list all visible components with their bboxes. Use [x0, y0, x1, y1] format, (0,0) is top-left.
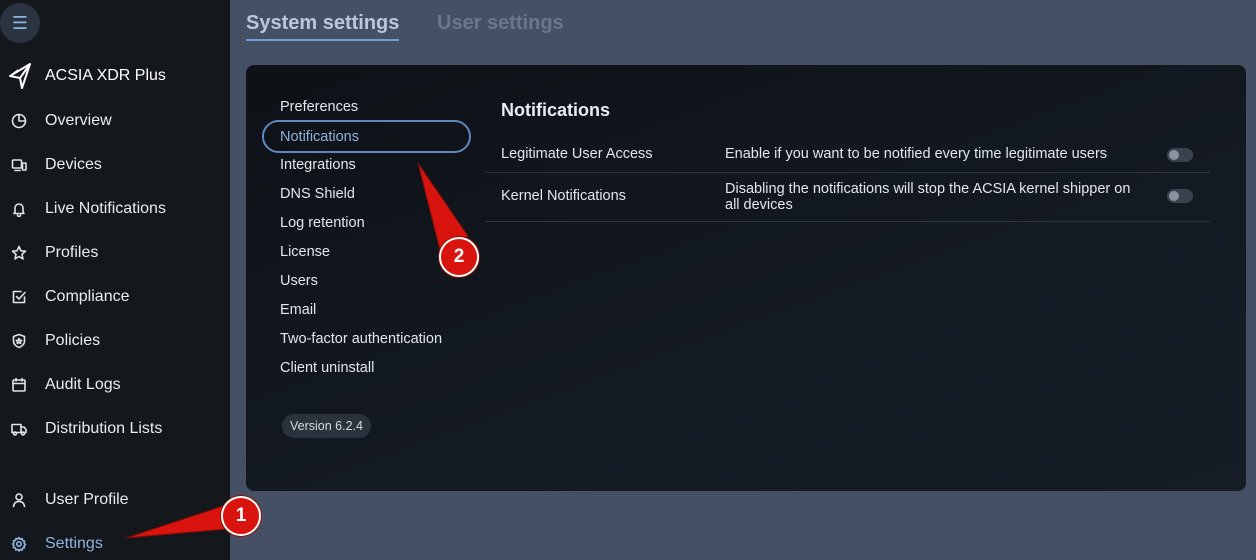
tab-system-settings[interactable]: System settings	[246, 12, 400, 41]
star-icon	[10, 244, 28, 262]
sidebar-item-overview[interactable]: Overview	[10, 109, 112, 133]
sidebar-item-label: Audit Logs	[45, 376, 121, 393]
sidebar-item-profiles[interactable]: Profiles	[10, 241, 98, 265]
shield-icon	[10, 332, 28, 350]
sidebar-item-policies[interactable]: Policies	[10, 329, 100, 353]
devices-icon	[10, 156, 28, 174]
hamburger-menu-button[interactable]: ☰	[0, 3, 40, 43]
hamburger-icon: ☰	[11, 12, 29, 33]
submenu-item-preferences[interactable]: Preferences	[280, 97, 358, 117]
submenu-item-log-retention[interactable]: Log retention	[280, 213, 365, 233]
sidebar-item-label: Distribution Lists	[45, 420, 163, 437]
sidebar-item-label: Profiles	[45, 244, 99, 261]
sidebar-item-label: Overview	[45, 112, 112, 129]
setting-description: Disabling the notifications will stop th…	[725, 181, 1131, 213]
sidebar-item-label: Live Notifications	[45, 200, 166, 217]
settings-panel: Preferences Notifications Integrations D…	[246, 65, 1246, 491]
sidebar-item-label: Settings	[45, 535, 103, 552]
kernel-notifications-toggle[interactable]	[1167, 189, 1193, 203]
submenu-item-client-uninstall[interactable]: Client uninstall	[280, 358, 374, 378]
setting-label: Kernel Notifications	[501, 188, 626, 204]
pie-chart-icon	[10, 112, 28, 130]
legitimate-user-access-toggle[interactable]	[1167, 148, 1193, 162]
sidebar-item-distribution-lists[interactable]: Distribution Lists	[10, 417, 162, 441]
sidebar-item-label: Compliance	[45, 288, 130, 305]
user-icon	[10, 491, 28, 509]
sidebar-item-live-notifications[interactable]: Live Notifications	[10, 197, 166, 221]
gear-icon	[10, 535, 28, 553]
sidebar-item-label: Devices	[45, 156, 102, 173]
sidebar-item-label: Policies	[45, 332, 101, 349]
sidebar-item-devices[interactable]: Devices	[10, 153, 102, 177]
submenu-item-dns-shield[interactable]: DNS Shield	[280, 184, 355, 204]
submenu-item-notifications[interactable]: Notifications	[262, 120, 471, 153]
annotation-badge-2: 2	[439, 237, 479, 277]
tab-user-settings[interactable]: User settings	[437, 12, 564, 35]
acsia-logo-icon	[9, 63, 31, 89]
submenu-item-license[interactable]: License	[280, 242, 330, 262]
brand-name: ACSIA XDR Plus	[45, 67, 166, 84]
setting-label: Legitimate User Access	[501, 146, 653, 162]
submenu-item-users[interactable]: Users	[280, 271, 318, 291]
version-badge: Version 6.2.4	[282, 414, 371, 438]
sidebar: ☰ ACSIA XDR Plus Overview Devices Live N…	[0, 0, 230, 560]
truck-icon	[10, 420, 28, 438]
submenu-item-email[interactable]: Email	[280, 300, 316, 320]
setting-description: Enable if you want to be notified every …	[725, 146, 1108, 162]
checkbox-icon	[10, 288, 28, 306]
submenu-item-integrations[interactable]: Integrations	[280, 155, 356, 175]
sidebar-item-label: User Profile	[45, 491, 129, 508]
sidebar-item-compliance[interactable]: Compliance	[10, 285, 129, 309]
annotation-badge-1: 1	[221, 496, 261, 536]
settings-row-legitimate-user-access: Legitimate User Access Enable if you wan…	[485, 137, 1210, 173]
section-title: Notifications	[501, 100, 611, 120]
bell-icon	[10, 200, 28, 218]
sidebar-item-audit-logs[interactable]: Audit Logs	[10, 373, 121, 397]
settings-row-kernel-notifications: Kernel Notifications Disabling the notif…	[485, 173, 1210, 222]
brand[interactable]: ACSIA XDR Plus	[8, 62, 166, 90]
sidebar-item-settings[interactable]: Settings	[10, 532, 103, 556]
calendar-icon	[10, 376, 28, 394]
submenu-item-two-factor-authentication[interactable]: Two-factor authentication	[280, 329, 442, 349]
sidebar-item-user-profile[interactable]: User Profile	[10, 488, 129, 512]
